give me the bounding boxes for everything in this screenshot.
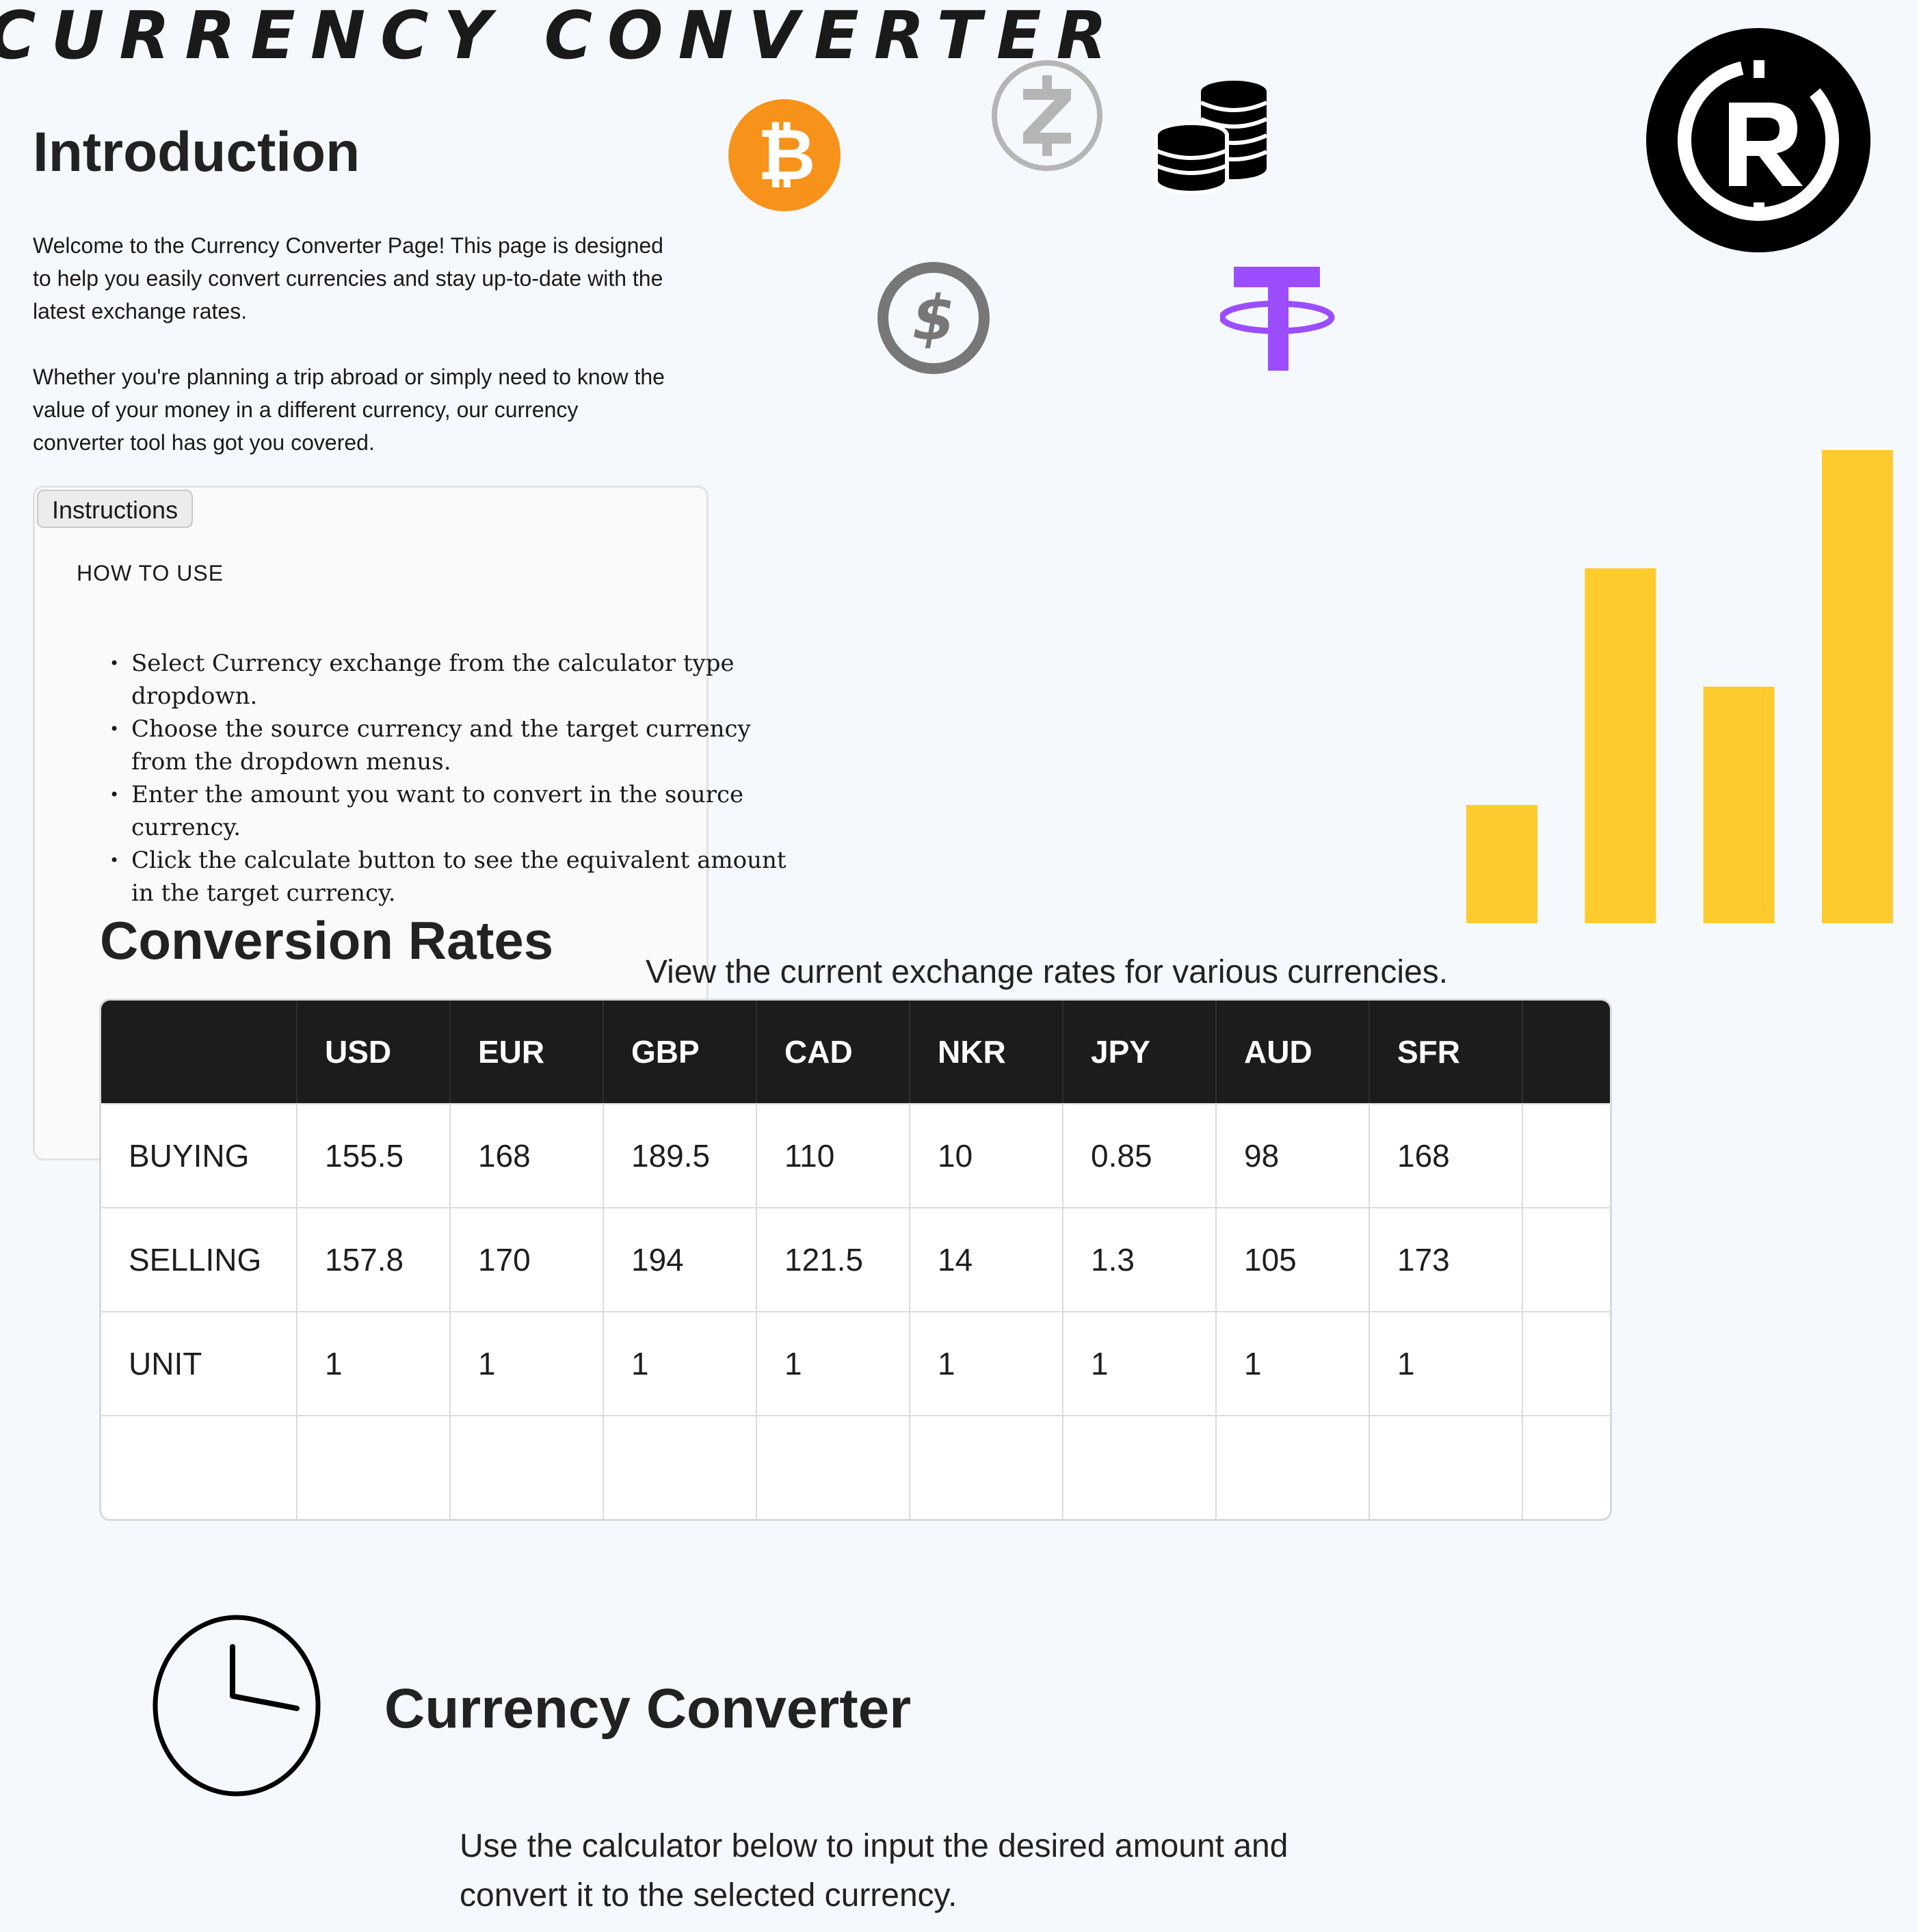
svg-text:$: $ [912,282,955,354]
table-row: SELLING 157.8 170 194 121.5 14 1.3 105 1… [101,1207,1610,1311]
instruction-step: Click the calculate button to see the eq… [109,844,793,910]
table-row: BUYING 155.5 168 189.5 110 10 0.85 98 16… [101,1103,1610,1207]
svg-text:₿: ₿ [758,113,816,196]
table-cell: 155.5 [298,1103,451,1207]
table-cell: 173 [1370,1207,1523,1311]
table-cell: 98 [1217,1103,1370,1207]
table-cell: 121.5 [757,1207,910,1311]
page-title: CURRENCY CONVERTER [0,0,1122,74]
introduction-heading: Introduction [33,121,360,183]
table-cell: BUYING [101,1103,298,1207]
table-header-cell: SFR [1370,1001,1523,1103]
conversion-rates-heading: Conversion Rates [100,910,554,970]
table-cell [1063,1415,1217,1519]
table-cell: 0.85 [1063,1103,1217,1207]
table-header-cell: NKR [910,1001,1063,1103]
table-cell [1523,1311,1610,1415]
table-cell [1523,1103,1610,1207]
table-cell: 189.5 [604,1103,757,1207]
table-cell: 10 [910,1103,1063,1207]
bar-2 [1585,568,1656,923]
table-header-cell: AUD [1217,1001,1370,1103]
table-cell: 1 [604,1311,757,1415]
table-cell: 1 [1217,1311,1370,1415]
table-header-cell: GBP [604,1001,757,1103]
table-cell: UNIT [101,1311,298,1415]
table-cell: 157.8 [298,1207,451,1311]
table-cell: 1 [451,1311,604,1415]
bar-3 [1703,687,1775,923]
bar-4 [1821,450,1893,923]
instruction-step: Enter the amount you want to convert in … [109,778,793,844]
intro-paragraph-2: Whether you're planning a trip abroad or… [33,365,665,455]
table-cell [1523,1415,1610,1519]
table-header-cell [1523,1001,1610,1103]
clock-icon [153,1615,321,1797]
table-header-cell: EUR [451,1001,604,1103]
conversion-rates-subtitle: View the current exchange rates for vari… [646,954,1449,990]
currency-converter-heading: Currency Converter [384,1678,912,1740]
table-header-row: USD EUR GBP CAD NKR JPY AUD SFR [101,1001,1610,1103]
rc-logo-icon [1646,28,1870,252]
table-cell: 1 [757,1311,910,1415]
zcash-icon [992,60,1102,171]
coin-stack-icon [1154,81,1268,194]
bar-chart [1466,450,1893,923]
table-header-cell: USD [298,1001,451,1103]
table-cell: 105 [1217,1207,1370,1311]
table-cell: 14 [910,1207,1063,1311]
table-cell [604,1415,757,1519]
how-to-use-heading: HOW TO USE [77,561,224,585]
tether-icon [1220,267,1335,371]
instructions-list: Select Currency exchange from the calcul… [109,647,793,910]
table-cell [1370,1415,1523,1519]
table-cell: 1 [1063,1311,1217,1415]
table-cell: 168 [451,1103,604,1207]
bar-1 [1466,805,1537,923]
instruction-step: Select Currency exchange from the calcul… [109,647,793,713]
table-cell [1217,1415,1370,1519]
table-cell: 1 [298,1311,451,1415]
table-cell: 1 [910,1311,1063,1415]
table-cell [298,1415,451,1519]
instruction-step: Choose the source currency and the targe… [109,713,793,778]
table-row [101,1415,1610,1519]
dollar-coin-icon: $ [877,262,990,374]
table-header-cell [101,1001,298,1103]
conversion-rates-table: USD EUR GBP CAD NKR JPY AUD SFR BUYING 1… [99,998,1612,1521]
table-cell: SELLING [101,1207,298,1311]
table-cell [101,1415,298,1519]
table-cell: 170 [451,1207,604,1311]
intro-paragraph-1: Welcome to the Currency Converter Page! … [33,233,663,323]
table-cell [910,1415,1063,1519]
currency-converter-description: Use the calculator below to input the de… [460,1828,1288,1914]
table-row: UNIT 1 1 1 1 1 1 1 1 [101,1311,1610,1415]
table-cell [1523,1207,1610,1311]
table-header-cell: JPY [1063,1001,1217,1103]
table-cell [757,1415,910,1519]
table-cell: 1 [1370,1311,1523,1415]
table-cell [451,1415,604,1519]
table-cell: 168 [1370,1103,1523,1207]
table-cell: 194 [604,1207,757,1311]
table-cell: 110 [757,1103,910,1207]
table-header-cell: CAD [757,1001,910,1103]
bitcoin-icon: ₿ [728,99,841,211]
instructions-tab[interactable]: Instructions [37,490,194,528]
table-cell: 1.3 [1063,1207,1217,1311]
